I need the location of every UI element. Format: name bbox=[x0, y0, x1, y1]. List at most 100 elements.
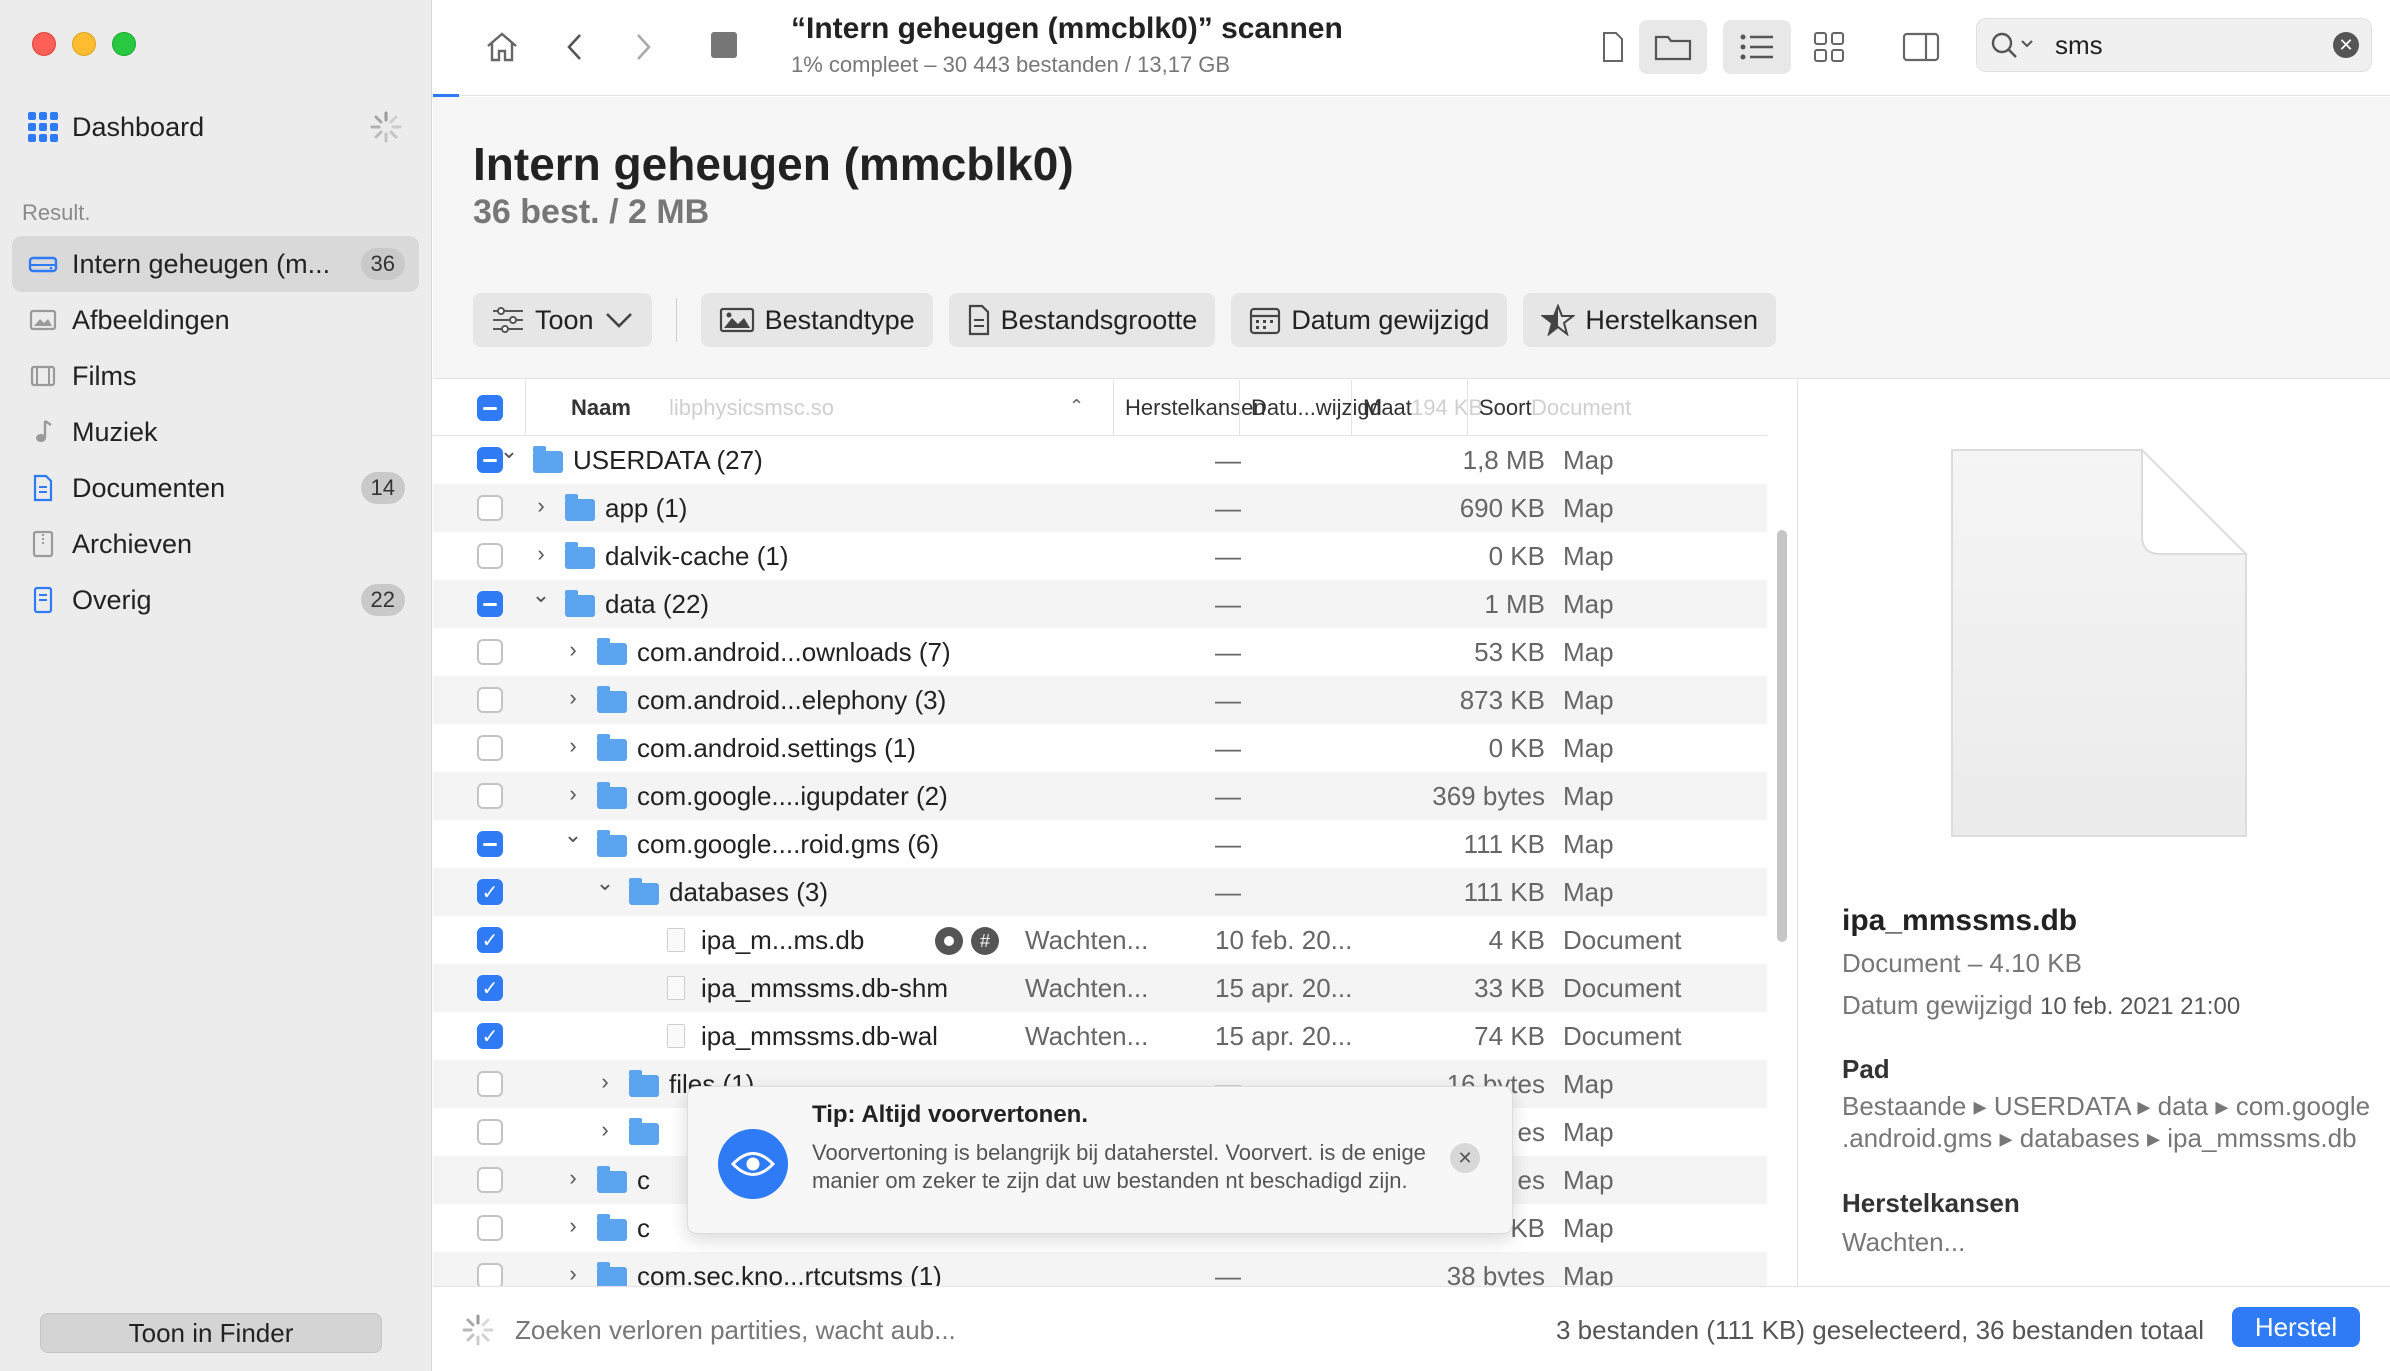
table-scrollbar[interactable] bbox=[1777, 530, 1787, 942]
document-icon bbox=[28, 473, 58, 503]
row-checkbox[interactable]: ✓ bbox=[477, 879, 503, 905]
chevron-right-icon[interactable]: › bbox=[563, 685, 583, 711]
chevron-down-icon[interactable]: ⌄ bbox=[595, 870, 615, 896]
table-row[interactable]: › dalvik-cache (1) — 0 KB Map bbox=[433, 532, 1767, 580]
app-window: Dashboard Result. Intern geheugen (m... … bbox=[0, 0, 2390, 1371]
row-checkbox[interactable] bbox=[477, 1215, 503, 1241]
column-kind[interactable]: Soort bbox=[1479, 395, 1532, 421]
sidebar-item-images[interactable]: Afbeeldingen bbox=[12, 292, 419, 348]
table-row[interactable]: ✓ ipa_mmssms.db-wal Wachten... 15 apr. 20..… bbox=[433, 1012, 1767, 1060]
chevron-right-icon[interactable]: › bbox=[563, 1261, 583, 1286]
table-row[interactable]: ⌄ data (22) — 1 MB Map bbox=[433, 580, 1767, 628]
row-checkbox[interactable] bbox=[477, 735, 503, 761]
column-size[interactable]: Maat bbox=[1363, 395, 1412, 421]
row-date: — bbox=[1215, 492, 1241, 523]
clear-search-button[interactable]: ✕ bbox=[2333, 32, 2359, 58]
row-checkbox[interactable] bbox=[477, 543, 503, 569]
row-checkbox[interactable] bbox=[477, 495, 503, 521]
row-checkbox[interactable]: ✓ bbox=[477, 1023, 503, 1049]
folder-view-button[interactable] bbox=[1639, 20, 1707, 74]
chevron-down-icon[interactable]: ⌄ bbox=[499, 438, 519, 464]
show-in-finder-button[interactable]: Toon in Finder bbox=[40, 1313, 382, 1353]
sort-ascending-icon[interactable]: ⌃ bbox=[1069, 396, 1084, 417]
minimize-window-button[interactable] bbox=[72, 32, 96, 56]
grid-view-button[interactable] bbox=[1801, 20, 1857, 74]
close-window-button[interactable] bbox=[32, 32, 56, 56]
search-field[interactable]: sms ✕ bbox=[1976, 18, 2372, 72]
row-checkbox[interactable] bbox=[477, 1071, 503, 1097]
column-name[interactable]: Naam bbox=[571, 395, 631, 421]
sidebar-item-label: Documenten bbox=[72, 472, 226, 503]
filter-filetype-button[interactable]: Bestandtype bbox=[700, 293, 933, 347]
sidebar-item-archives[interactable]: Archieven bbox=[12, 516, 419, 572]
sidebar-item-music[interactable]: Muziek bbox=[12, 404, 419, 460]
chevron-right-icon[interactable]: › bbox=[531, 541, 551, 567]
chevron-right-icon[interactable]: › bbox=[563, 637, 583, 663]
table-row[interactable]: › com.android...elephony (3) — 873 KB Map bbox=[433, 676, 1767, 724]
chevron-right-icon[interactable]: › bbox=[595, 1069, 615, 1095]
table-row[interactable]: › com.android...ownloads (7) — 53 KB Map bbox=[433, 628, 1767, 676]
row-kind: Document bbox=[1563, 972, 1682, 1003]
sidebar-item-other[interactable]: Overig 22 bbox=[12, 572, 419, 628]
toggle-preview-button[interactable] bbox=[1893, 20, 1949, 74]
chevron-right-icon[interactable]: › bbox=[531, 493, 551, 519]
filter-recovery-button[interactable]: Herstelkansen bbox=[1523, 293, 1776, 347]
tip-close-button[interactable]: ✕ bbox=[1450, 1143, 1480, 1173]
table-row[interactable]: › com.sec.kno...rtcutsms (1) — 38 bytes Map bbox=[433, 1252, 1767, 1286]
row-name: app (1) bbox=[605, 492, 688, 523]
search-input[interactable]: sms bbox=[2055, 30, 2333, 61]
home-button[interactable] bbox=[477, 22, 527, 72]
row-kind: Map bbox=[1563, 732, 1614, 763]
file-view-button[interactable] bbox=[1585, 20, 1641, 74]
sidebar-item-documents[interactable]: Documenten 14 bbox=[12, 460, 419, 516]
chevron-right-icon[interactable]: › bbox=[563, 781, 583, 807]
row-checkbox[interactable] bbox=[477, 831, 503, 857]
row-date: — bbox=[1215, 732, 1241, 763]
row-checkbox[interactable]: ✓ bbox=[477, 975, 503, 1001]
table-row[interactable]: › com.google....igupdater (2) — 369 bytes Ma… bbox=[433, 772, 1767, 820]
preview-eye-icon[interactable] bbox=[935, 927, 963, 955]
table-row[interactable]: ✓ ipa_m...ms.db # Wachten... 10 feb. 20... 4 … bbox=[433, 916, 1767, 964]
chevron-right-icon[interactable]: › bbox=[563, 733, 583, 759]
row-size: es bbox=[1517, 1116, 1545, 1147]
row-kind: Map bbox=[1563, 444, 1614, 475]
chevron-right-icon[interactable]: › bbox=[563, 1165, 583, 1191]
chevron-down-icon[interactable]: ⌄ bbox=[531, 582, 551, 608]
close-icon: ✕ bbox=[2338, 34, 2354, 55]
table-row[interactable]: ⌄ com.google....roid.gms (6) — 111 KB Map bbox=[433, 820, 1767, 868]
row-checkbox[interactable]: ✓ bbox=[477, 927, 503, 953]
hash-icon[interactable]: # bbox=[971, 927, 999, 955]
toon-dropdown[interactable]: Toon bbox=[473, 293, 652, 347]
row-checkbox[interactable] bbox=[477, 1167, 503, 1193]
sidebar-item-films[interactable]: Films bbox=[12, 348, 419, 404]
sidebar-item-internal-storage[interactable]: Intern geheugen (m... 36 bbox=[12, 236, 419, 292]
table-row[interactable]: › app (1) — 690 KB Map bbox=[433, 484, 1767, 532]
row-checkbox[interactable] bbox=[477, 639, 503, 665]
table-row[interactable]: ✓ ipa_mmssms.db-shm Wachten... 15 apr. 20..… bbox=[433, 964, 1767, 1012]
zoom-window-button[interactable] bbox=[112, 32, 136, 56]
chevron-right-icon[interactable]: › bbox=[595, 1117, 615, 1143]
row-checkbox[interactable] bbox=[477, 687, 503, 713]
row-checkbox[interactable] bbox=[477, 1119, 503, 1145]
select-all-checkbox[interactable] bbox=[477, 395, 503, 421]
sidebar-item-dashboard[interactable]: Dashboard bbox=[28, 106, 403, 148]
chevron-down-icon[interactable]: ⌄ bbox=[563, 822, 583, 848]
table-row[interactable]: › com.android.settings (1) — 0 KB Map bbox=[433, 724, 1767, 772]
row-checkbox[interactable] bbox=[477, 1263, 503, 1286]
table-row[interactable]: ⌄ USERDATA (27) — 1,8 MB Map bbox=[433, 436, 1767, 484]
chevron-right-icon[interactable]: › bbox=[563, 1213, 583, 1239]
row-date: 15 apr. 20... bbox=[1215, 972, 1353, 1003]
column-recovery[interactable]: Herstelkansen bbox=[1125, 395, 1266, 421]
row-date: — bbox=[1215, 444, 1241, 475]
filter-filesize-button[interactable]: Bestandsgrootte bbox=[948, 293, 1216, 347]
recover-button[interactable]: Herstel bbox=[2232, 1307, 2360, 1347]
table-row[interactable]: ✓ ⌄ databases (3) — 111 KB Map bbox=[433, 868, 1767, 916]
row-kind: Map bbox=[1563, 828, 1614, 859]
filter-date-button[interactable]: Datum gewijzigd bbox=[1231, 293, 1508, 347]
back-button[interactable] bbox=[553, 22, 597, 72]
row-checkbox[interactable] bbox=[477, 783, 503, 809]
forward-button[interactable] bbox=[621, 22, 665, 72]
list-view-button[interactable] bbox=[1723, 20, 1791, 74]
row-checkbox[interactable] bbox=[477, 591, 503, 617]
stop-scan-button[interactable] bbox=[709, 30, 739, 60]
